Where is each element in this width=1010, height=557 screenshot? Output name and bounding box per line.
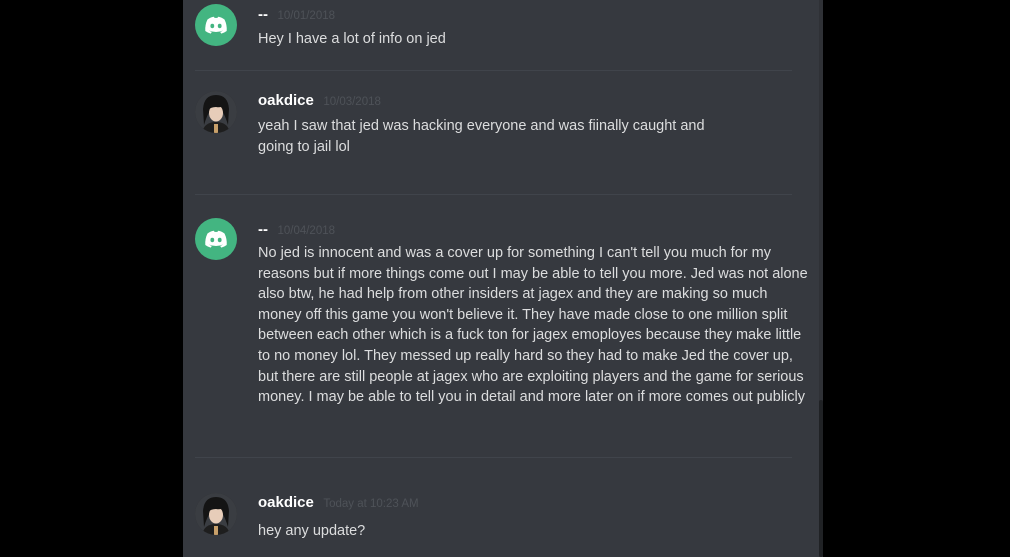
timestamp: 10/01/2018: [277, 10, 336, 22]
message-text: yeah I saw that jed was hacking everyone…: [258, 118, 705, 155]
user-avatar[interactable]: [195, 91, 237, 133]
message-text: Hey I have a lot of info on jed: [258, 31, 446, 47]
chat-message-list[interactable]: -- 10/01/2018 Hey I have a lot of info o…: [183, 0, 823, 557]
timestamp: 10/04/2018: [277, 225, 336, 237]
username[interactable]: oakdice: [258, 92, 314, 109]
discord-logo-icon[interactable]: [195, 4, 237, 46]
scrollbar[interactable]: [819, 0, 823, 557]
scrollbar-thumb[interactable]: [819, 400, 823, 557]
discord-logo-icon[interactable]: [195, 218, 237, 260]
username[interactable]: oakdice: [258, 494, 314, 511]
username[interactable]: --: [258, 221, 268, 238]
message-text: No jed is innocent and was a cover up fo…: [258, 245, 808, 406]
message-divider: [195, 194, 792, 195]
message-divider: [195, 70, 792, 71]
timestamp: Today at 10:23 AM: [323, 498, 419, 510]
timestamp: 10/03/2018: [323, 96, 381, 108]
message-divider: [195, 457, 792, 458]
username[interactable]: --: [258, 6, 268, 23]
message-text: hey any update?: [258, 523, 366, 539]
user-avatar[interactable]: [195, 493, 237, 535]
